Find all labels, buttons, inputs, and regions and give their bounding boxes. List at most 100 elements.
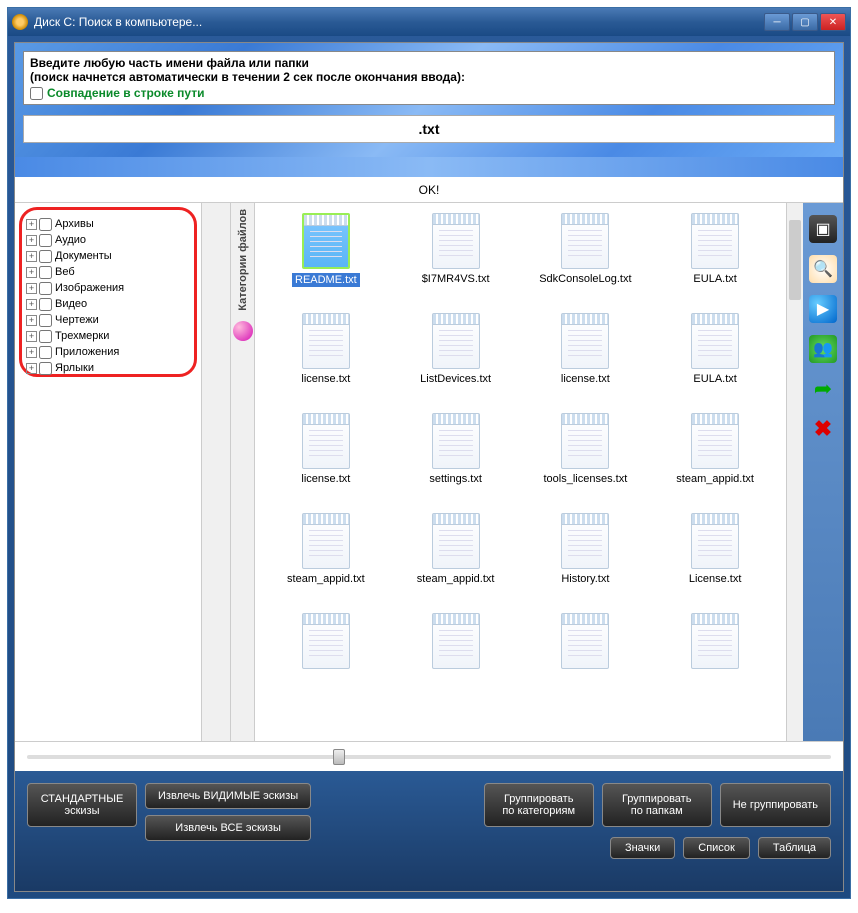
expand-icon[interactable]: + <box>26 283 37 294</box>
expand-icon[interactable]: + <box>26 363 37 374</box>
tree-item[interactable]: +Ярлыки <box>26 360 190 376</box>
file-item[interactable]: steam_appid.txt <box>650 413 780 513</box>
file-icon <box>432 513 480 569</box>
tree-item[interactable]: +Чертежи <box>26 312 190 328</box>
file-icon <box>561 313 609 369</box>
file-item[interactable]: steam_appid.txt <box>391 513 521 613</box>
bottom-panel: СТАНДАРТНЫЕ эскизы Извлечь ВИДИМЫЕ эскиз… <box>15 771 843 891</box>
prompt-line2: (поиск начнется автоматически в течении … <box>30 70 828 84</box>
file-icon <box>302 313 350 369</box>
tree-checkbox[interactable] <box>39 298 52 311</box>
file-item[interactable]: License.txt <box>650 513 780 613</box>
search-header: Введите любую часть имени файла или папк… <box>15 43 843 157</box>
separator-strip <box>15 157 843 177</box>
close-button[interactable]: ✕ <box>820 13 846 31</box>
table-view-button[interactable]: Таблица <box>758 837 831 859</box>
expand-icon[interactable]: + <box>26 219 37 230</box>
tree-checkbox[interactable] <box>39 250 52 263</box>
file-item[interactable]: ListDevices.txt <box>391 313 521 413</box>
file-item[interactable]: license.txt <box>261 413 391 513</box>
window-title: Диск C: Поиск в компьютере... <box>34 15 764 29</box>
search-icon[interactable]: 🔍 <box>809 255 837 283</box>
file-item[interactable]: steam_appid.txt <box>261 513 391 613</box>
zoom-slider-thumb[interactable] <box>333 749 345 765</box>
no-group-button[interactable]: Не группировать <box>720 783 831 827</box>
file-label: tools_licenses.txt <box>543 473 627 485</box>
file-item[interactable]: settings.txt <box>391 413 521 513</box>
file-item[interactable]: $I7MR4VS.txt <box>391 213 521 313</box>
icons-view-button[interactable]: Значки <box>610 837 675 859</box>
extract-visible-button[interactable]: Извлечь ВИДИМЫЕ эскизы <box>145 783 311 809</box>
expand-icon[interactable]: + <box>26 347 37 358</box>
scrollbar-vertical[interactable] <box>786 203 803 741</box>
scrollbar-thumb[interactable] <box>789 220 801 300</box>
tree-item[interactable]: +Видео <box>26 296 190 312</box>
expand-icon[interactable]: + <box>26 299 37 310</box>
file-icon <box>302 513 350 569</box>
file-label: $I7MR4VS.txt <box>422 273 490 285</box>
tree-checkbox[interactable] <box>39 218 52 231</box>
file-icon <box>302 213 350 269</box>
tree-item[interactable]: +Документы <box>26 248 190 264</box>
file-icon <box>561 413 609 469</box>
tree-item[interactable]: +Изображения <box>26 280 190 296</box>
file-item[interactable] <box>650 613 780 713</box>
file-item[interactable] <box>261 613 391 713</box>
tree-checkbox[interactable] <box>39 266 52 279</box>
forward-icon[interactable]: ➦ <box>809 375 837 403</box>
play-icon[interactable]: ▶ <box>809 295 837 323</box>
file-item[interactable] <box>391 613 521 713</box>
main-area: +Архивы+Аудио+Документы+Веб+Изображения+… <box>15 203 843 741</box>
tree-checkbox[interactable] <box>39 362 52 375</box>
group-by-folder-button[interactable]: Группировать по папкам <box>602 783 712 827</box>
file-item[interactable]: license.txt <box>521 313 651 413</box>
tree-item[interactable]: +Трехмерки <box>26 328 190 344</box>
tree-item[interactable]: +Аудио <box>26 232 190 248</box>
tree-item[interactable]: +Приложения <box>26 344 190 360</box>
tree-checkbox[interactable] <box>39 330 52 343</box>
tree-checkbox[interactable] <box>39 234 52 247</box>
match-path-checkbox[interactable] <box>30 87 43 100</box>
minimize-button[interactable]: ─ <box>764 13 790 31</box>
tree-checkbox[interactable] <box>39 282 52 295</box>
file-item[interactable]: license.txt <box>261 313 391 413</box>
tree-item[interactable]: +Архивы <box>26 216 190 232</box>
expand-icon[interactable]: + <box>26 331 37 342</box>
expand-icon[interactable]: + <box>26 315 37 326</box>
category-tree: +Архивы+Аудио+Документы+Веб+Изображения+… <box>19 207 197 377</box>
users-icon[interactable]: 👥 <box>809 335 837 363</box>
file-label: EULA.txt <box>693 373 736 385</box>
tree-item[interactable]: +Веб <box>26 264 190 280</box>
file-item[interactable] <box>521 613 651 713</box>
file-item[interactable]: SdkConsoleLog.txt <box>521 213 651 313</box>
file-icon <box>302 613 350 669</box>
splitter[interactable] <box>201 203 231 741</box>
zoom-slider[interactable] <box>27 755 831 759</box>
search-input[interactable] <box>24 121 834 137</box>
file-item[interactable]: EULA.txt <box>650 213 780 313</box>
file-label: History.txt <box>561 573 609 585</box>
categories-label: Категории файлов <box>237 209 249 311</box>
extract-all-button[interactable]: Извлечь ВСЕ эскизы <box>145 815 311 841</box>
tree-checkbox[interactable] <box>39 314 52 327</box>
refresh-icon[interactable] <box>233 321 253 341</box>
expand-icon[interactable]: + <box>26 267 37 278</box>
file-label: README.txt <box>292 273 360 287</box>
expand-icon[interactable]: + <box>26 251 37 262</box>
expand-icon[interactable]: + <box>26 235 37 246</box>
tree-checkbox[interactable] <box>39 346 52 359</box>
standard-thumbs-button[interactable]: СТАНДАРТНЫЕ эскизы <box>27 783 137 827</box>
file-item[interactable]: EULA.txt <box>650 313 780 413</box>
file-item[interactable]: tools_licenses.txt <box>521 413 651 513</box>
group-by-category-button[interactable]: Группировать по категориям <box>484 783 594 827</box>
list-view-button[interactable]: Список <box>683 837 750 859</box>
file-icon <box>691 313 739 369</box>
delete-icon[interactable]: ✖ <box>809 415 837 443</box>
prompt-line1: Введите любую часть имени файла или папк… <box>30 56 828 70</box>
file-item[interactable]: History.txt <box>521 513 651 613</box>
maximize-button[interactable]: ▢ <box>792 13 818 31</box>
file-item[interactable]: README.txt <box>261 213 391 313</box>
file-icon <box>302 413 350 469</box>
file-grid: README.txt$I7MR4VS.txtSdkConsoleLog.txtE… <box>255 203 786 741</box>
console-icon[interactable]: ▣ <box>809 215 837 243</box>
